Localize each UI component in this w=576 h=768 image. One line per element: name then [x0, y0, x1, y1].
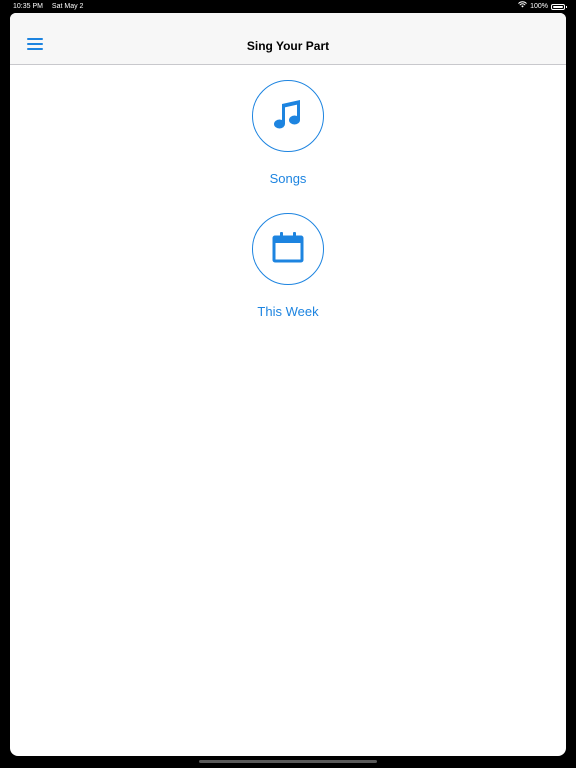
wifi-icon — [518, 0, 527, 13]
calendar-icon — [272, 231, 304, 268]
home-indicator[interactable] — [199, 760, 377, 763]
battery-icon — [551, 3, 567, 10]
music-note-icon — [273, 98, 303, 135]
app-screen: Sing Your Part Songs This Week — [10, 13, 566, 756]
this-week-circle-button[interactable] — [252, 213, 324, 285]
songs-circle-button[interactable] — [252, 80, 324, 152]
status-time: 10:35 PM — [13, 3, 43, 10]
battery-level — [553, 5, 563, 8]
songs-tile[interactable]: Songs — [10, 80, 566, 187]
this-week-label: This Week — [257, 304, 319, 319]
navigation-bar: Sing Your Part — [10, 13, 566, 65]
device-frame: 10:35 PM Sat May 2 100% Sing Your Part S… — [0, 0, 576, 768]
status-left: 10:35 PM Sat May 2 — [13, 0, 90, 13]
songs-label: Songs — [269, 171, 307, 186]
status-bar: 10:35 PM Sat May 2 100% — [0, 0, 576, 13]
page-title: Sing Your Part — [246, 39, 330, 53]
battery-percentage: 100% — [530, 3, 548, 10]
this-week-tile[interactable]: This Week — [10, 213, 566, 320]
status-date: Sat May 2 — [51, 3, 84, 10]
status-right: 100% — [518, 0, 567, 13]
